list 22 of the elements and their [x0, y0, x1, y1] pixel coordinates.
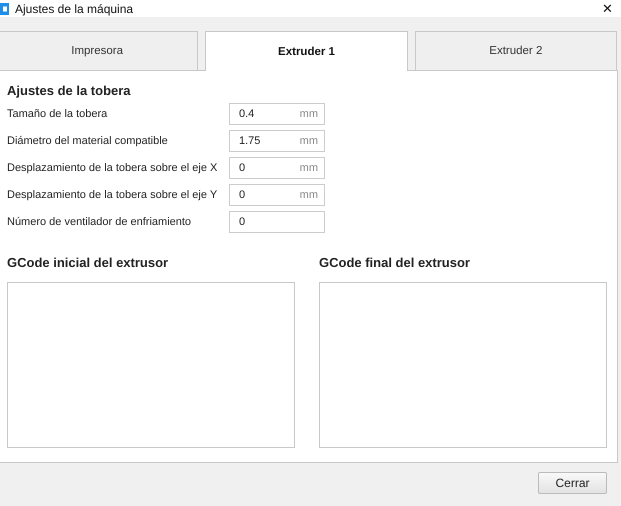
section-title: Ajustes de la tobera [7, 83, 132, 98]
input-field[interactable]: 0 [229, 211, 325, 233]
window-title: Ajustes de la máquina [15, 2, 134, 16]
gcode-title: GCode final del extrusor [319, 255, 471, 270]
close-button[interactable]: ✕ [594, 0, 621, 17]
close-dialog-button[interactable]: Cerrar [538, 472, 607, 494]
gcode-text-area[interactable] [7, 282, 295, 448]
tab[interactable]: Extruder 1 [205, 31, 408, 71]
setting-label: Número de ventilador de enfriamiento [7, 216, 192, 228]
input-field[interactable]: 0 mm [229, 184, 325, 206]
gcode-text-area[interactable] [319, 282, 607, 448]
tab[interactable]: Impresora [0, 31, 198, 70]
input-field[interactable]: 0.4 mm [229, 103, 325, 125]
setting-label: Diámetro del material compatible [7, 135, 169, 147]
gcode-title: GCode inicial del extrusor [7, 255, 170, 270]
input-field[interactable]: 0 mm [229, 157, 325, 179]
input-field[interactable]: 1.75 mm [229, 130, 325, 152]
tab[interactable]: Extruder 2 [414, 31, 617, 70]
setting-label: Desplazamiento de la tobera sobre el eje Y [7, 189, 218, 201]
app-logo-icon [0, 2, 9, 14]
setting-label: Tamaño de la tobera [7, 108, 108, 120]
setting-label: Desplazamiento de la tobera sobre el eje X [7, 162, 218, 174]
